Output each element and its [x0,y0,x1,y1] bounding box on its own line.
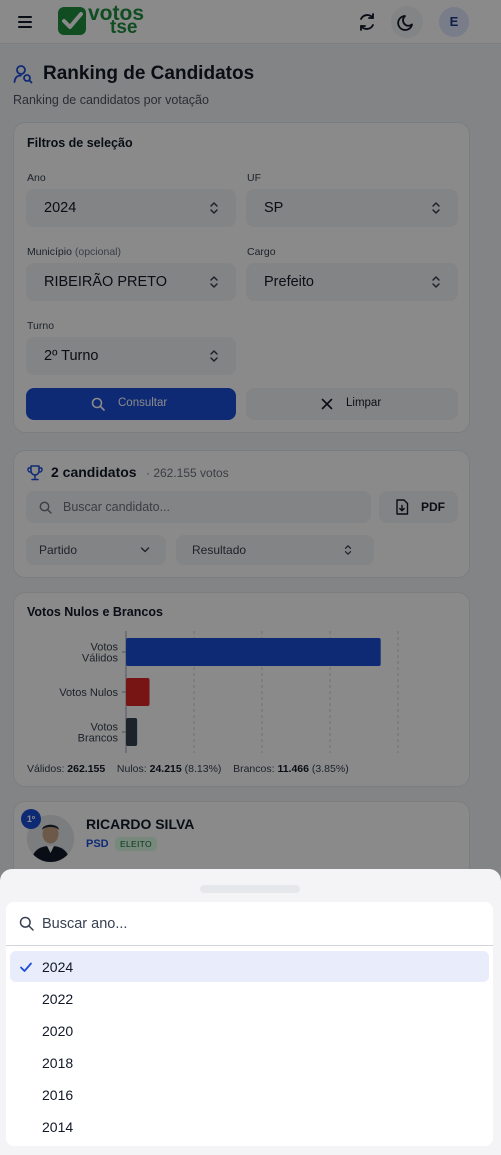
year-search-input[interactable]: Buscar ano... [6,902,493,946]
year-option-label: 2022 [42,991,74,1007]
year-picker-panel: Buscar ano... 2024 2022 2020 2018 2016 2014 [6,902,493,1146]
year-picker-sheet: Buscar ano... 2024 2022 2020 2018 2016 2014 [0,869,501,1155]
year-option-2016[interactable]: 2016 [10,1079,489,1110]
year-option-2024[interactable]: 2024 [10,951,489,982]
year-option-label: 2020 [42,1023,74,1039]
year-option-label: 2018 [42,1055,74,1071]
year-option-2020[interactable]: 2020 [10,1015,489,1046]
check-icon [20,962,32,972]
year-option-2018[interactable]: 2018 [10,1047,489,1078]
sheet-drag-handle[interactable] [200,885,300,893]
year-option-label: 2016 [42,1087,74,1103]
search-icon [19,916,34,931]
year-option-label: 2024 [42,959,74,975]
year-option-2014[interactable]: 2014 [10,1111,489,1142]
year-option-2022[interactable]: 2022 [10,983,489,1014]
year-option-label: 2014 [42,1119,74,1135]
year-search-placeholder: Buscar ano... [42,916,128,932]
